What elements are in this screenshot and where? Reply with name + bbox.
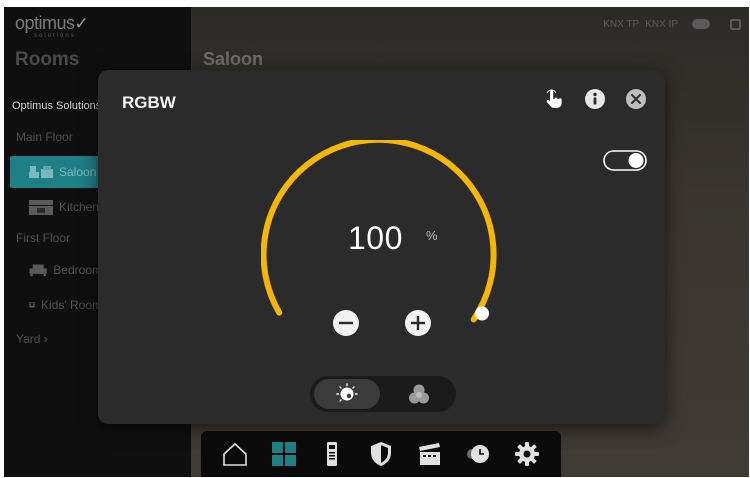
sidebar-item-label: Kids' Room <box>41 298 102 312</box>
logo: optimus✓ <box>15 13 89 34</box>
info-icon[interactable] <box>584 88 606 110</box>
mode-dimmer-button[interactable] <box>314 379 380 409</box>
brightness-value: 100 <box>348 220 403 256</box>
dialog-title: RGBW <box>122 93 176 112</box>
brightness-unit: % <box>426 228 438 243</box>
rgbw-dialog: RGBW 100 % <box>98 70 665 424</box>
building-name[interactable]: Optimus Solutions <box>12 100 110 112</box>
sidebar-item-kitchen[interactable]: Kitchen <box>4 191 102 223</box>
sidebar-title: Rooms <box>15 49 80 70</box>
grid-icon <box>271 442 296 466</box>
status-bar: KNX TP KNX IP <box>603 7 749 41</box>
nav-security[interactable] <box>368 441 394 467</box>
brightness-dial[interactable] <box>261 140 501 392</box>
nav-intercom[interactable] <box>319 441 345 467</box>
bottom-nav <box>201 431 561 477</box>
home-icon <box>223 442 248 466</box>
window-icon[interactable] <box>730 18 741 30</box>
mode-color-button[interactable] <box>388 379 450 409</box>
sidebar-item-first-floor[interactable]: First Floor <box>4 222 102 254</box>
sidebar-item-label: Yard › <box>16 332 48 346</box>
nav-timers[interactable] <box>465 441 491 467</box>
kitchen-icon <box>29 200 53 215</box>
settings-icon <box>514 442 539 466</box>
sidebar-item-label: Saloon <box>59 165 97 179</box>
sidebar-item-label: First Floor <box>16 231 70 245</box>
knx-ip-status: KNX IP <box>645 18 678 30</box>
close-icon[interactable] <box>625 88 647 110</box>
sidebar-item-label: Main Floor <box>16 130 73 144</box>
app-frame: optimus✓ solutions Rooms Optimus Solutio… <box>0 0 750 478</box>
power-toggle[interactable] <box>603 150 647 171</box>
timer-icon <box>467 445 490 463</box>
shield-icon <box>370 442 391 466</box>
mode-switch <box>310 376 456 412</box>
logo-check-icon: ✓ <box>74 14 89 33</box>
cloud-icon[interactable] <box>692 19 710 29</box>
intercom-icon <box>327 442 338 466</box>
sofa-icon <box>29 166 53 178</box>
sidebar-item-kids-room[interactable]: Kids' Room <box>4 289 102 321</box>
hand-pointer-icon[interactable] <box>542 88 564 110</box>
kids-room-icon <box>28 302 36 308</box>
logo-subtitle: solutions <box>34 33 76 39</box>
knx-tp-status: KNX TP <box>603 18 640 30</box>
scenes-icon <box>418 443 440 465</box>
sidebar-item-label: Bedroom <box>53 263 102 277</box>
color-mix-icon <box>409 384 429 404</box>
nav-settings[interactable] <box>514 441 540 467</box>
dial-handle <box>475 306 489 321</box>
sidebar-item-main-floor[interactable]: Main Floor <box>4 121 102 153</box>
bed-icon <box>29 264 47 277</box>
increase-button[interactable] <box>404 309 432 337</box>
nav-rooms[interactable] <box>271 441 297 467</box>
dimmer-icon <box>336 383 358 402</box>
logo-text: optimus <box>15 13 75 33</box>
sidebar-item-label: Kitchen <box>59 200 100 214</box>
app-screen: optimus✓ solutions Rooms Optimus Solutio… <box>4 7 749 477</box>
nav-home[interactable] <box>222 441 248 467</box>
sidebar-item-bedroom[interactable]: Bedroom <box>4 254 102 286</box>
page-title: Saloon <box>203 49 264 69</box>
sidebar-item-saloon[interactable]: Saloon <box>10 156 102 188</box>
nav-scenes[interactable] <box>417 441 443 467</box>
sidebar-item-yard[interactable]: Yard › <box>4 323 102 355</box>
decrease-button[interactable] <box>332 309 360 337</box>
